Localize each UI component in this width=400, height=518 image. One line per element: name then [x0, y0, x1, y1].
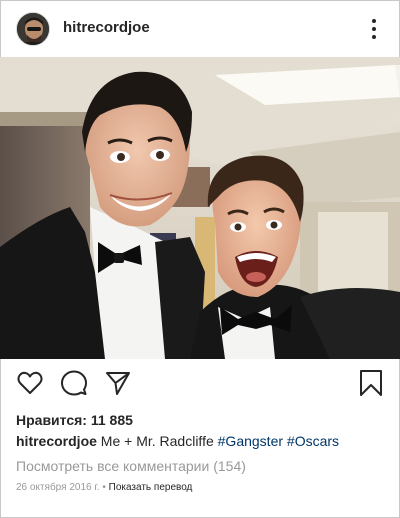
hashtag-gangster[interactable]: #Gangster	[218, 433, 283, 449]
view-comments-link[interactable]: Посмотреть все комментарии (154)	[16, 458, 246, 474]
caption-text: Me + Mr. Radcliffe	[100, 433, 214, 449]
meta-separator: •	[102, 482, 106, 493]
share-icon[interactable]	[104, 369, 132, 397]
comment-icon[interactable]	[60, 369, 88, 397]
heart-icon[interactable]	[16, 369, 44, 397]
more-options-icon[interactable]	[364, 16, 384, 42]
hashtag-oscars[interactable]: #Oscars	[287, 433, 339, 449]
post-caption: hitrecordjoe Me + Mr. Radcliffe #Gangste…	[16, 433, 339, 449]
likes-count[interactable]: Нравится: 11 885	[16, 412, 133, 428]
post-photo[interactable]	[0, 57, 400, 359]
avatar[interactable]	[16, 12, 50, 46]
bookmark-icon[interactable]	[357, 369, 385, 397]
post-username[interactable]: hitrecordjoe	[63, 19, 150, 36]
post-header: hitrecordjoe	[0, 0, 400, 57]
post-date: 26 октября 2016 г.	[16, 482, 100, 493]
show-translation-link[interactable]: Показать перевод	[109, 482, 193, 493]
post-meta: 26 октября 2016 г. • Показать перевод	[16, 482, 192, 493]
post-actions	[0, 359, 400, 407]
caption-username[interactable]: hitrecordjoe	[16, 433, 97, 449]
